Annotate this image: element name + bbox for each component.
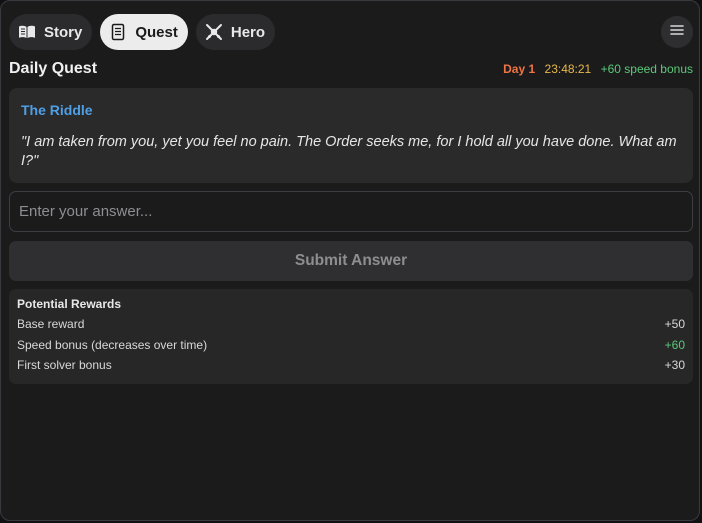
top-nav: Story Quest Hero (9, 14, 276, 50)
riddle-card: The Riddle "I am taken from you, yet you… (9, 88, 693, 183)
crossed-swords-icon (205, 23, 223, 41)
app-frame: Story Quest Hero Daily Quest Day 1 23:48… (0, 0, 700, 521)
scroll-icon (109, 23, 127, 41)
answer-input[interactable] (9, 191, 693, 232)
reward-label: Speed bonus (decreases over time) (17, 337, 208, 352)
reward-row-speed: Speed bonus (decreases over time) +60 (17, 338, 685, 359)
riddle-text: "I am taken from you, yet you feel no pa… (21, 134, 677, 169)
quest-status: Day 1 23:48:21 +60 speed bonus (497, 61, 693, 77)
rewards-title: Potential Rewards (17, 297, 122, 311)
hamburger-menu-icon (670, 23, 684, 41)
rewards-card: Potential Rewards Base reward +50 Speed … (9, 289, 693, 384)
submit-answer-button[interactable]: Submit Answer (9, 241, 693, 281)
tab-hero-label: Hero (230, 23, 266, 41)
tab-story-label: Story (44, 23, 83, 41)
tab-hero[interactable]: Hero (195, 14, 276, 50)
menu-button[interactable] (661, 16, 693, 48)
reward-value: +30 (664, 358, 685, 372)
speed-bonus-indicator: +60 speed bonus (600, 62, 693, 76)
reward-label: Base reward (17, 317, 85, 331)
tab-quest[interactable]: Quest (100, 14, 188, 50)
book-icon (18, 23, 36, 41)
reward-value: +50 (664, 317, 685, 331)
page-title: Daily Quest (9, 60, 98, 77)
reward-row-base: Base reward +50 (17, 317, 685, 338)
tab-story[interactable]: Story (9, 14, 93, 50)
tab-quest-label: Quest (135, 23, 178, 41)
reward-value: +60 (664, 337, 685, 352)
riddle-title: The Riddle (21, 102, 93, 118)
reward-row-first-solver: First solver bonus +30 (17, 358, 685, 379)
day-indicator: Day 1 (503, 62, 536, 76)
reward-label: First solver bonus (17, 358, 112, 372)
countdown-timer: 23:48:21 (544, 62, 592, 76)
heading-row: Daily Quest Day 1 23:48:21 +60 speed bon… (9, 59, 693, 79)
